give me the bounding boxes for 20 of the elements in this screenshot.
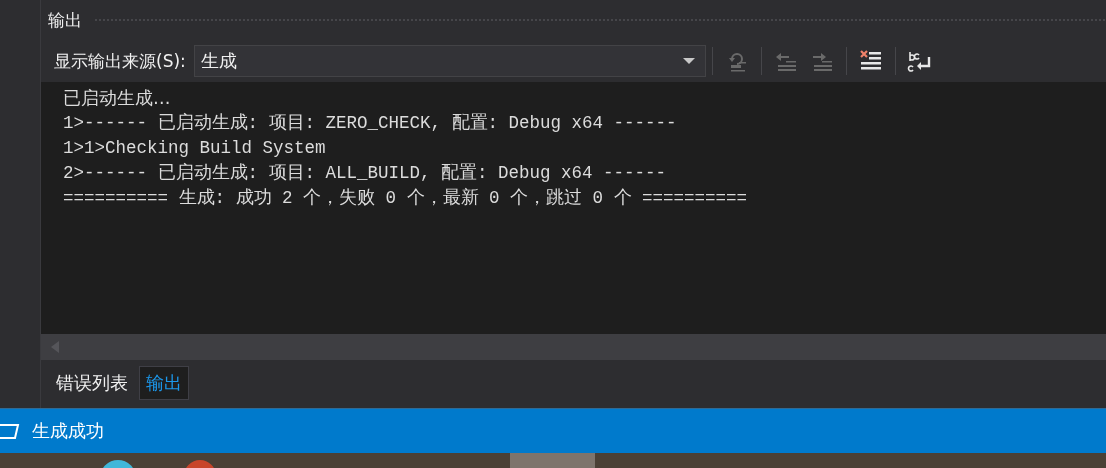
- caret-icon: [682, 57, 695, 65]
- word-wrap-icon: [906, 49, 933, 73]
- output-line: ========== 生成: 成功 2 个，失败 0 个，最新 0 个，跳过 0 个 ==========: [63, 187, 749, 210]
- panel-tab[interactable]: 输出: [139, 366, 189, 400]
- app-icon[interactable]: [184, 460, 216, 468]
- output-line: 1>------ 已启动生成: 项目: ZERO_CHECK, 配置: Debug x64 ------: [63, 112, 678, 135]
- panel-title: 输出: [48, 8, 82, 32]
- window-icon: [0, 422, 20, 440]
- clear-lines-icon: [858, 49, 883, 73]
- app-icon[interactable]: [100, 460, 136, 468]
- status-text: 生成成功: [32, 419, 104, 443]
- panel-tab[interactable]: 错误列表: [49, 366, 135, 400]
- active-app-tile[interactable]: [510, 453, 595, 468]
- output-line: 已启动生成…: [63, 87, 172, 110]
- output-line: 1>1>Checking Build System: [63, 137, 327, 160]
- source-dropdown[interactable]: 生成: [193, 45, 706, 77]
- source-label: 显示输出来源(S):: [54, 49, 186, 73]
- scroll-left-icon[interactable]: [51, 341, 59, 353]
- output-line: 2>------ 已启动生成: 项目: ALL_BUILD, 配置: Debug x64 ------: [63, 162, 668, 185]
- horizontal-scrollbar[interactable]: [41, 334, 1106, 360]
